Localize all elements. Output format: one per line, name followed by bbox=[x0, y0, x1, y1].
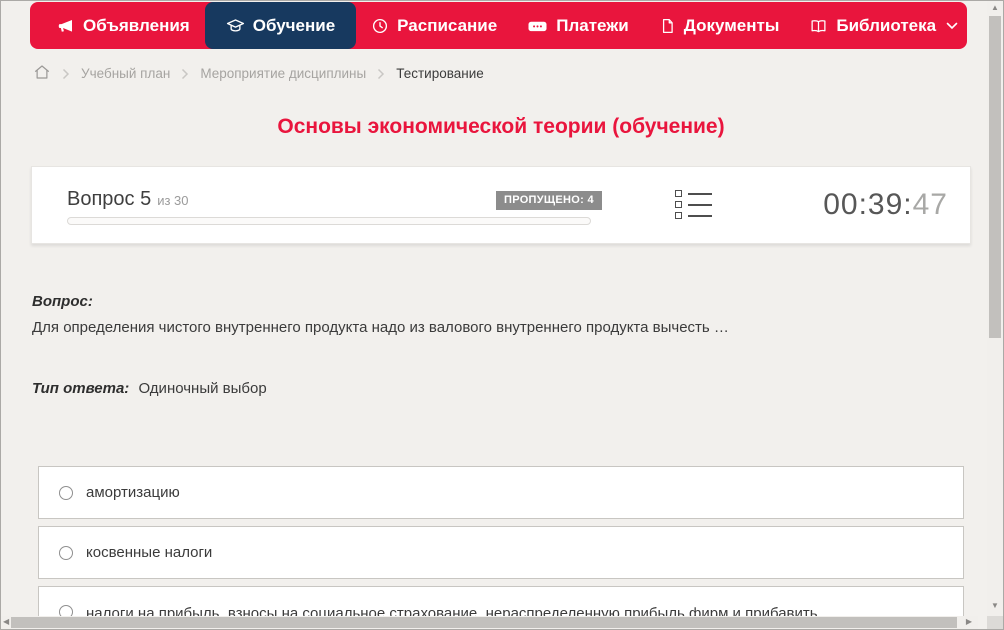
graduation-cap-icon bbox=[226, 16, 245, 35]
document-icon bbox=[659, 17, 676, 35]
nav-item-label: Платежи bbox=[556, 15, 629, 35]
nav-item-learning[interactable]: Обучение bbox=[204, 2, 357, 49]
banknote-icon bbox=[527, 17, 548, 35]
test-page: Объявления Обучение Расписание Платежи Д… bbox=[0, 0, 1004, 630]
question-number: Вопрос 5 из 30 bbox=[67, 188, 189, 211]
nav-item-label: Обучение bbox=[252, 15, 336, 35]
nav-item-payments[interactable]: Платежи bbox=[512, 2, 644, 49]
scroll-down-arrow[interactable]: ▼ bbox=[987, 601, 1003, 610]
question-of-total: из 30 bbox=[157, 193, 189, 208]
nav-item-label: Библиотека bbox=[836, 15, 937, 35]
timer-minutes: 00:39: bbox=[823, 188, 913, 221]
nav-item-label: Расписание bbox=[397, 15, 498, 35]
breadcrumb-item-discipline-event[interactable]: Мероприятие дисциплины bbox=[200, 66, 366, 81]
nav-item-label: Объявления bbox=[83, 15, 190, 35]
question-header-card: Вопрос 5 из 30 ПРОПУЩЕНО: 4 00:39:47 bbox=[31, 166, 971, 244]
horizontal-scrollbar[interactable]: ◀ ▶ bbox=[1, 616, 978, 629]
breadcrumb: Учебный план Мероприятие дисциплины Тест… bbox=[33, 63, 484, 84]
home-icon[interactable] bbox=[33, 63, 51, 84]
answer-option-2[interactable]: косвенные налоги bbox=[38, 526, 964, 579]
clock-icon bbox=[371, 17, 389, 35]
answer-option-label: амортизацию bbox=[86, 484, 180, 501]
breadcrumb-separator bbox=[62, 68, 70, 80]
nav-item-library[interactable]: Библиотека bbox=[794, 2, 973, 49]
main-nav: Объявления Обучение Расписание Платежи Д… bbox=[30, 2, 967, 49]
scroll-right-arrow[interactable]: ▶ bbox=[966, 617, 972, 626]
answer-option-1[interactable]: амортизацию bbox=[38, 466, 964, 519]
question-progress-bar bbox=[67, 217, 591, 225]
vertical-scrollbar-thumb[interactable] bbox=[989, 16, 1001, 338]
page-title: Основы экономической теории (обучение) bbox=[277, 115, 725, 138]
chevron-down-icon bbox=[946, 22, 958, 30]
answer-type-row: Тип ответа: Одиночный выбор bbox=[32, 380, 267, 397]
answer-option-label: косвенные налоги bbox=[86, 544, 213, 561]
question-number-label: Вопрос 5 bbox=[67, 188, 152, 210]
question-block: Вопрос: Для определения чистого внутренн… bbox=[32, 293, 942, 336]
timer: 00:39:47 bbox=[823, 188, 948, 222]
nav-item-documents[interactable]: Документы bbox=[644, 2, 795, 49]
radio-icon[interactable] bbox=[59, 545, 73, 560]
nav-item-announcements[interactable]: Объявления bbox=[42, 2, 205, 49]
radio-icon[interactable] bbox=[59, 485, 73, 500]
breadcrumb-item-testing: Тестирование bbox=[396, 66, 484, 81]
scroll-up-arrow[interactable]: ▲ bbox=[987, 3, 1003, 12]
question-list-icon[interactable] bbox=[675, 190, 712, 219]
nav-item-label: Документы bbox=[683, 15, 780, 35]
answer-type-value: Одиночный выбор bbox=[138, 380, 267, 397]
scrollbar-corner bbox=[987, 616, 1003, 629]
breadcrumb-separator bbox=[377, 68, 385, 80]
answer-type-label: Тип ответа: bbox=[32, 380, 130, 397]
open-book-icon bbox=[809, 17, 828, 35]
breadcrumb-separator bbox=[181, 68, 189, 80]
question-text: Для определения чистого внутреннего прод… bbox=[32, 319, 729, 336]
question-label: Вопрос: bbox=[32, 293, 93, 310]
megaphone-icon bbox=[57, 17, 75, 35]
vertical-scrollbar[interactable]: ▲ ▼ bbox=[987, 1, 1003, 618]
nav-item-schedule[interactable]: Расписание bbox=[356, 2, 512, 49]
scroll-left-arrow[interactable]: ◀ bbox=[3, 617, 9, 626]
breadcrumb-item-curriculum[interactable]: Учебный план bbox=[81, 66, 170, 81]
skipped-badge: ПРОПУЩЕНО: 4 bbox=[496, 191, 602, 210]
horizontal-scrollbar-thumb[interactable] bbox=[11, 617, 957, 628]
timer-seconds: 47 bbox=[912, 188, 948, 221]
